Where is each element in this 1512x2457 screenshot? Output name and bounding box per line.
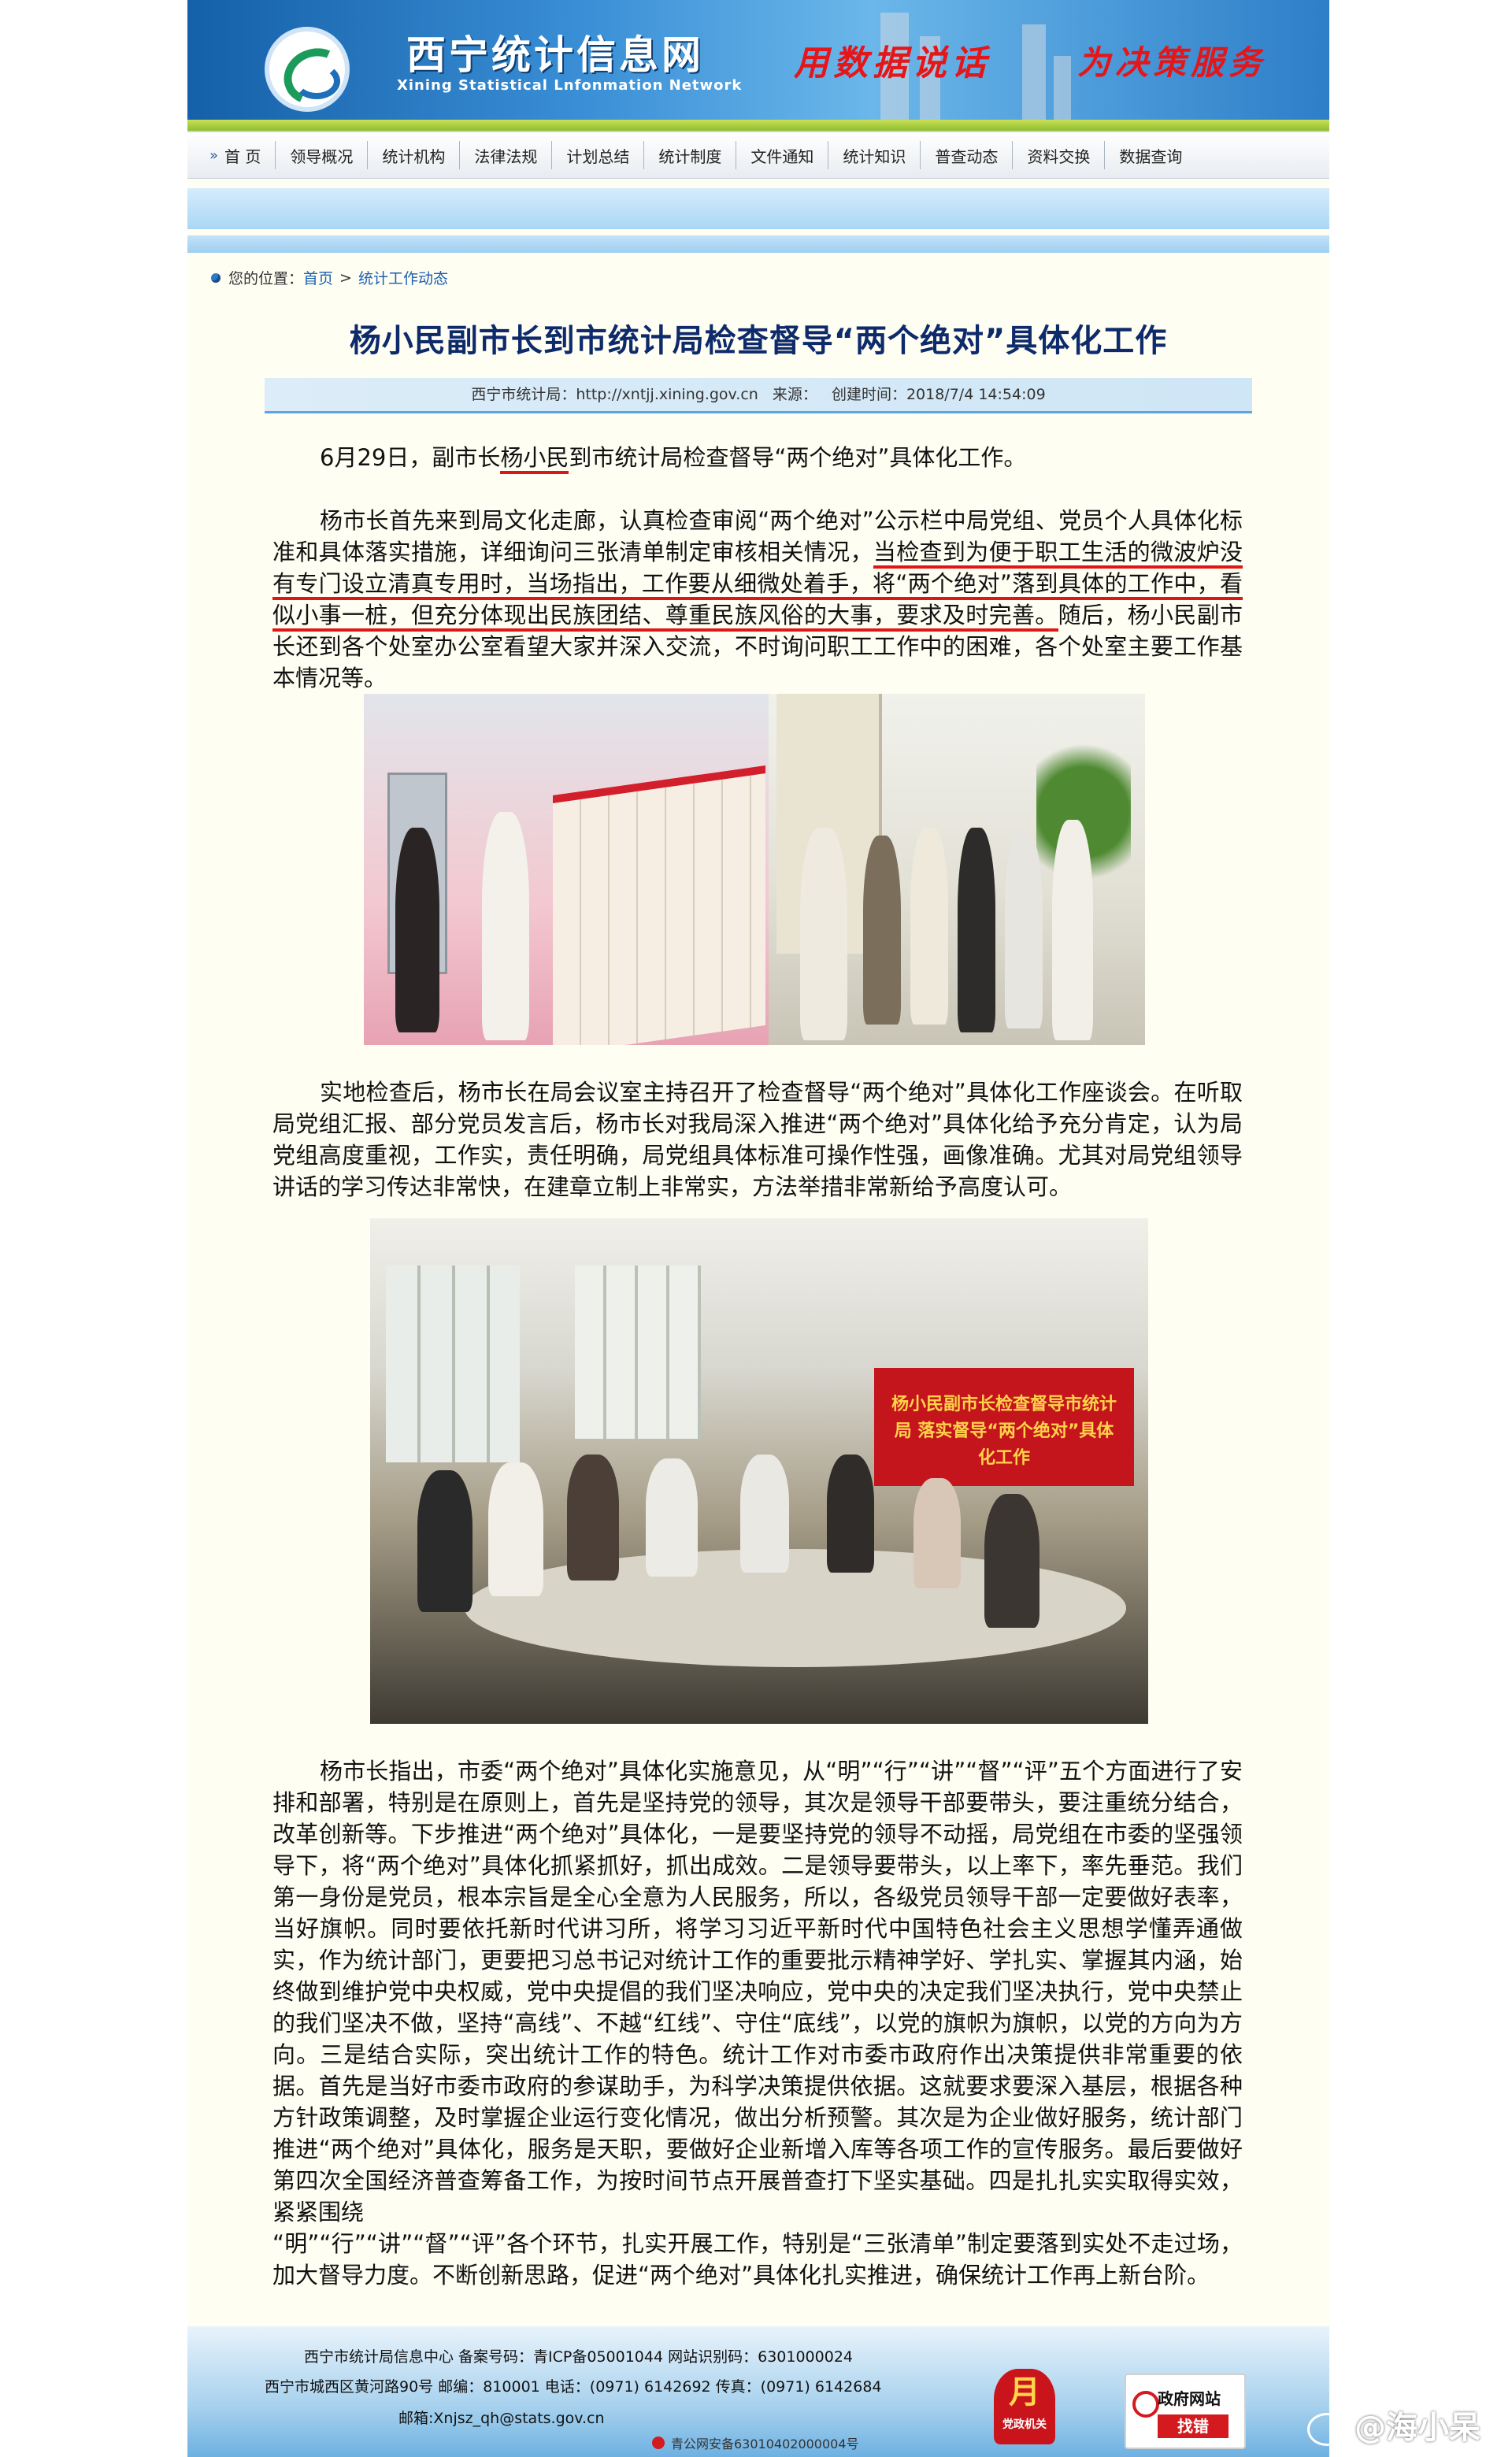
red-banner: 杨小民副市长检查督导市统计局 落实督导“两个绝对”具体化工作 [874,1368,1134,1486]
blue-bar-thin [187,235,1329,253]
breadcrumb-separator: > [339,269,352,287]
gov-site-error-button[interactable]: 政府网站 找错 [1125,2374,1246,2449]
nav-item-systems[interactable]: 统计制度 [644,141,737,169]
paragraph-5: “明”“行”“讲”“督”“评”各个环节，扎实开展工作，特别是“三张清单”制定要落… [272,2230,1243,2288]
gov-btn-top-label: 政府网站 [1158,2389,1221,2408]
nav-item-exchange[interactable]: 资料交换 [1013,141,1106,169]
nav-item-census[interactable]: 普查动态 [921,141,1014,169]
person-figure [1005,832,1043,1028]
nav-item-knowledge[interactable]: 统计知识 [828,141,921,169]
nav-item-query[interactable]: 数据查询 [1105,141,1196,169]
page: 西宁统计信息网 Xining Statistical Lnfonmation N… [187,0,1329,2457]
person-figure [863,836,901,1025]
meeting-photo: 杨小民副市长检查督导市统计局 落实督导“两个绝对”具体化工作 [370,1218,1148,1724]
nav-item-home[interactable]: » 首 页 [195,141,276,169]
gov-btn-bottom-label: 找错 [1158,2414,1228,2438]
photo-corridor [364,694,769,1045]
nav-item-notices[interactable]: 文件通知 [736,141,829,169]
paragraph-1: 6月29日，副市长杨小民到市统计局检查督导“两个绝对”具体化工作。 [272,442,1243,474]
person-figure [417,1470,472,1612]
person-figure [910,828,948,1025]
person-figure [914,1478,961,1588]
site-banner: 西宁统计信息网 Xining Statistical Lnfonmation N… [187,0,1329,131]
breadcrumb-home-link[interactable]: 首页 [303,267,333,288]
nav-item-leaders[interactable]: 领导概况 [276,141,369,169]
breadcrumb: 您的位置： 首页 > 统计工作动态 [211,267,1329,288]
person-figure [800,828,847,1040]
grass-strip [187,120,1329,131]
party-badge-label: 党政机关 [1002,2418,1047,2431]
police-icon [652,2437,665,2449]
paragraph-3: 实地检查后，杨市长在局会议室主持召开了检查督导“两个绝对”具体化工作座谈会。在听… [272,1079,1243,1200]
weibo-icon [1307,2413,1347,2446]
photo-office [769,694,1145,1045]
text: 到市统计局检查督导“两个绝对”具体化工作。 [569,444,1027,471]
main-nav: » 首 页 领导概况 统计机构 法律法规 计划总结 统计制度 文件通知 统计知识 … [187,131,1329,179]
party-emblem-icon: 月 [1009,2374,1040,2411]
building-decoration [1022,24,1046,131]
article-body: 6月29日，副市长杨小民到市统计局检查督导“两个绝对”具体化工作。 杨市长首先来… [272,442,1243,2291]
person-figure [482,812,529,1040]
person-figure [740,1455,789,1573]
nav-item-orgs[interactable]: 统计机构 [368,141,461,169]
text: 6月29日，副市长 [320,444,501,471]
underlined-name: 杨小民 [500,444,569,474]
site-footer: 西宁市统计局信息中心 备案号码：青ICP备05001044 网站识别码：6301… [187,2326,1329,2457]
site-logo-icon[interactable] [265,27,350,112]
person-figure [488,1462,543,1596]
person-figure [1052,820,1093,1040]
watermark-text: @海小呆 [1354,2410,1480,2446]
nav-label: 首 页 [224,146,261,166]
article-from-label: 来源： [772,386,817,403]
party-badge[interactable]: 月 党政机关 [994,2369,1055,2444]
footer-line-1: 西宁市统计局信息中心 备案号码：青ICP备05001044 网站识别码：6301… [304,2348,853,2366]
nav-item-plans[interactable]: 计划总结 [552,141,645,169]
article-meta: 西宁市统计局：http://xntjj.xining.gov.cn 来源： 创建… [265,378,1252,413]
bullet-icon [211,272,220,283]
window [575,1266,701,1439]
footer-line-3: 邮箱:Xnjsz_qh@stats.gov.cn [398,2410,605,2427]
window [386,1266,520,1462]
bulletin-board [553,765,765,1045]
nav-item-laws[interactable]: 法律法规 [460,141,553,169]
breadcrumb-prefix: 您的位置： [228,270,304,287]
magnifier-icon [1132,2391,1159,2418]
double-arrow-icon: » [209,146,219,164]
person-figure [958,828,995,1032]
banner-text: 杨小民副市长检查督导市统计局 落实督导“两个绝对”具体化工作 [891,1395,1117,1468]
slogan-right: 为决策服务 [1077,43,1267,82]
article-source: 西宁市统计局：http://xntjj.xining.gov.cn [471,386,758,403]
article-created: 创建时间：2018/7/4 14:54:09 [831,386,1046,403]
footer-police-record[interactable]: 青公网安备63010402000004号 [671,2433,859,2452]
slogan-left: 用数据说话 [794,43,991,83]
site-title: 西宁统计信息网 [406,32,704,78]
blue-bar [187,188,1329,229]
weibo-watermark: @海小呆 [1307,2402,1480,2448]
person-figure [395,828,439,1032]
site-subtitle: Xining Statistical Lnfonmation Network [397,77,743,94]
person-figure [984,1494,1040,1628]
person-figure [827,1455,874,1573]
inspection-photo [364,694,1145,1045]
breadcrumb-current-link[interactable]: 统计工作动态 [358,267,448,288]
person-figure [567,1455,619,1581]
article-title: 杨小民副市长到市统计局检查督导“两个绝对”具体化工作 [349,323,1168,359]
footer-line-2: 西宁市城西区黄河路90号 邮编：810001 电话：(0971) 6142692… [265,2378,882,2396]
paragraph-2: 杨市长首先来到局文化走廊，认真检查审阅“两个绝对”公示栏中局党组、党员个人具体化… [272,505,1243,694]
person-figure [646,1458,698,1577]
paragraph-4: 杨市长指出，市委“两个绝对”具体化实施意见，从“明”“行”“讲”“督”“评”五个… [272,1758,1243,2225]
